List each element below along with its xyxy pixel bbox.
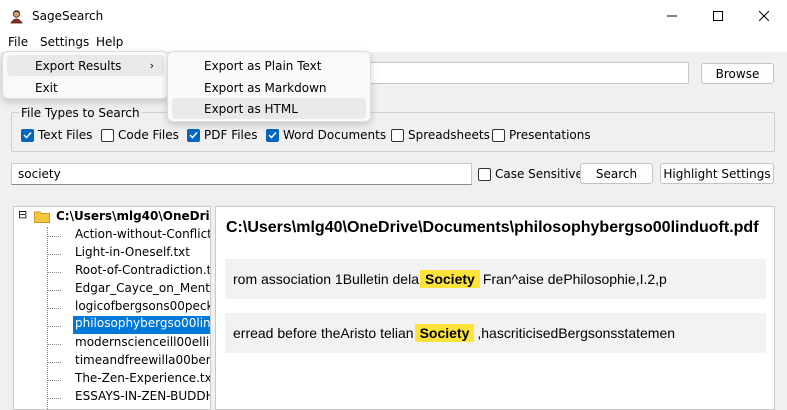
result-snippet: rom association 1Bulletin dela Society F… bbox=[225, 259, 766, 299]
checkbox-label: Text Files bbox=[38, 128, 93, 142]
tree-connector bbox=[47, 308, 61, 309]
menu-help[interactable]: Help bbox=[96, 35, 123, 49]
checkbox-text-files[interactable]: Text Files bbox=[21, 128, 92, 142]
checkbox-label: Case Sensitive bbox=[495, 167, 583, 181]
menu-item-label: Export as Markdown bbox=[204, 80, 327, 95]
close-icon bbox=[759, 11, 769, 21]
tree-connector bbox=[47, 272, 61, 273]
tree-connector bbox=[47, 362, 61, 363]
title-bar: SageSearch bbox=[0, 0, 787, 32]
menu-item-label: Export as Plain Text bbox=[204, 58, 322, 73]
menu-item-label: Export Results bbox=[35, 58, 122, 73]
tree-file-item-selected[interactable]: philosophybergso00lindu bbox=[73, 316, 210, 334]
snippet-text-after: ,hascriticisedBergsonsstatemen bbox=[477, 325, 676, 341]
checkbox-code-files[interactable]: Code Files bbox=[101, 128, 179, 142]
tree-root-folder[interactable]: C:\Users\mlg40\OneDrive\D bbox=[56, 209, 210, 227]
tree-connector bbox=[47, 344, 61, 345]
match-highlight: Society bbox=[420, 270, 480, 288]
snippet-text-before: rom association 1Bulletin dela bbox=[233, 271, 419, 287]
file-types-title: File Types to Search bbox=[19, 106, 142, 120]
app-icon bbox=[10, 10, 23, 24]
export-submenu: Export as Plain Text Export as Markdown … bbox=[167, 51, 371, 122]
checkmark-icon bbox=[23, 131, 32, 139]
tree-file-item[interactable]: Root-of-Contradiction.txt bbox=[75, 263, 210, 281]
menu-item-export-markdown[interactable]: Export as Markdown bbox=[172, 77, 366, 98]
maximize-button[interactable] bbox=[695, 0, 741, 32]
menu-item-export-results[interactable]: Export Results › bbox=[7, 55, 164, 76]
checkbox-label: Word Documents bbox=[283, 128, 387, 142]
snippet-text-after: Fran^aise dePhilosophie,I.2,p bbox=[482, 271, 667, 287]
tree-file-item[interactable]: The-Zen-Experience.txt bbox=[75, 371, 210, 389]
menu-file[interactable]: File bbox=[8, 35, 28, 49]
match-highlight: Society bbox=[414, 324, 475, 342]
tree-file-item[interactable]: Light-in-Oneself.txt bbox=[75, 245, 190, 263]
checkbox-label: Spreadsheets bbox=[408, 128, 490, 142]
results-panel[interactable]: C:\Users\mlg40\OneDrive\Documents\philos… bbox=[215, 206, 775, 410]
file-tree[interactable]: ⊟ C:\Users\mlg40\OneDrive\D Action-witho… bbox=[13, 206, 211, 410]
menu-item-exit[interactable]: Exit bbox=[7, 77, 164, 98]
close-button[interactable] bbox=[741, 0, 787, 32]
menu-item-label: Export as HTML bbox=[204, 101, 298, 116]
checkbox-label: PDF Files bbox=[204, 128, 258, 142]
browse-button[interactable]: Browse bbox=[701, 63, 774, 84]
checkbox-case-sensitive[interactable]: Case Sensitive bbox=[478, 167, 583, 181]
menu-item-export-plain-text[interactable]: Export as Plain Text bbox=[172, 55, 366, 76]
checkbox-box bbox=[21, 128, 34, 142]
tree-file-item[interactable]: logicofbergsons00peckuc bbox=[75, 299, 210, 317]
search-button[interactable]: Search bbox=[580, 163, 653, 184]
collapse-icon[interactable]: ⊟ bbox=[18, 208, 27, 226]
checkbox-box bbox=[187, 128, 200, 142]
search-input[interactable]: society bbox=[11, 163, 472, 185]
checkmark-icon bbox=[268, 131, 277, 139]
checkbox-label: Presentations bbox=[509, 128, 591, 142]
tree-connector bbox=[47, 236, 61, 237]
menu-item-export-html[interactable]: Export as HTML bbox=[172, 98, 366, 119]
tree-connector bbox=[47, 398, 61, 399]
maximize-icon bbox=[713, 11, 723, 21]
chevron-right-icon: › bbox=[149, 59, 154, 72]
tree-file-item[interactable]: Edgar_Cayce_on_Mental_ bbox=[75, 281, 210, 299]
checkbox-box bbox=[391, 128, 404, 142]
checkbox-box bbox=[101, 128, 114, 142]
tree-file-item[interactable]: timeandfreewilla00berguc bbox=[75, 353, 210, 371]
checkbox-spreadsheets[interactable]: Spreadsheets bbox=[391, 128, 490, 142]
tree-connector bbox=[47, 290, 61, 291]
tree-file-item[interactable]: Action-without-Conflict.t bbox=[75, 227, 210, 245]
window-title: SageSearch bbox=[32, 9, 104, 23]
minimize-button[interactable] bbox=[649, 0, 695, 32]
tree-connector bbox=[47, 326, 61, 327]
minimize-icon bbox=[667, 15, 677, 17]
checkbox-label: Code Files bbox=[118, 128, 179, 142]
folder-path-input[interactable] bbox=[370, 62, 689, 84]
result-snippet: erread before theAristo telian Society ,… bbox=[225, 313, 766, 353]
folder-icon bbox=[34, 211, 50, 223]
tree-file-item[interactable]: modernscienceill00elliala bbox=[75, 335, 210, 353]
menu-bar: File Settings Help bbox=[0, 32, 787, 52]
tree-connector bbox=[47, 380, 61, 381]
checkmark-icon bbox=[189, 131, 198, 139]
menu-item-label: Exit bbox=[35, 80, 58, 95]
result-file-path: C:\Users\mlg40\OneDrive\Documents\philos… bbox=[226, 219, 759, 236]
snippet-text-before: erread before theAristo telian bbox=[233, 325, 414, 341]
highlight-settings-button[interactable]: Highlight Settings bbox=[660, 163, 774, 184]
checkbox-pdf-files[interactable]: PDF Files bbox=[187, 128, 258, 142]
file-menu: Export Results › Exit bbox=[2, 51, 169, 99]
checkbox-presentations[interactable]: Presentations bbox=[492, 128, 591, 142]
checkbox-word-documents[interactable]: Word Documents bbox=[266, 128, 386, 142]
tree-connector bbox=[47, 254, 61, 255]
tree-file-item[interactable]: ESSAYS-IN-ZEN-BUDDHIS bbox=[75, 389, 210, 407]
checkbox-box bbox=[478, 167, 491, 181]
menu-settings[interactable]: Settings bbox=[40, 35, 89, 49]
checkbox-box bbox=[266, 128, 279, 142]
checkbox-box bbox=[492, 128, 505, 142]
